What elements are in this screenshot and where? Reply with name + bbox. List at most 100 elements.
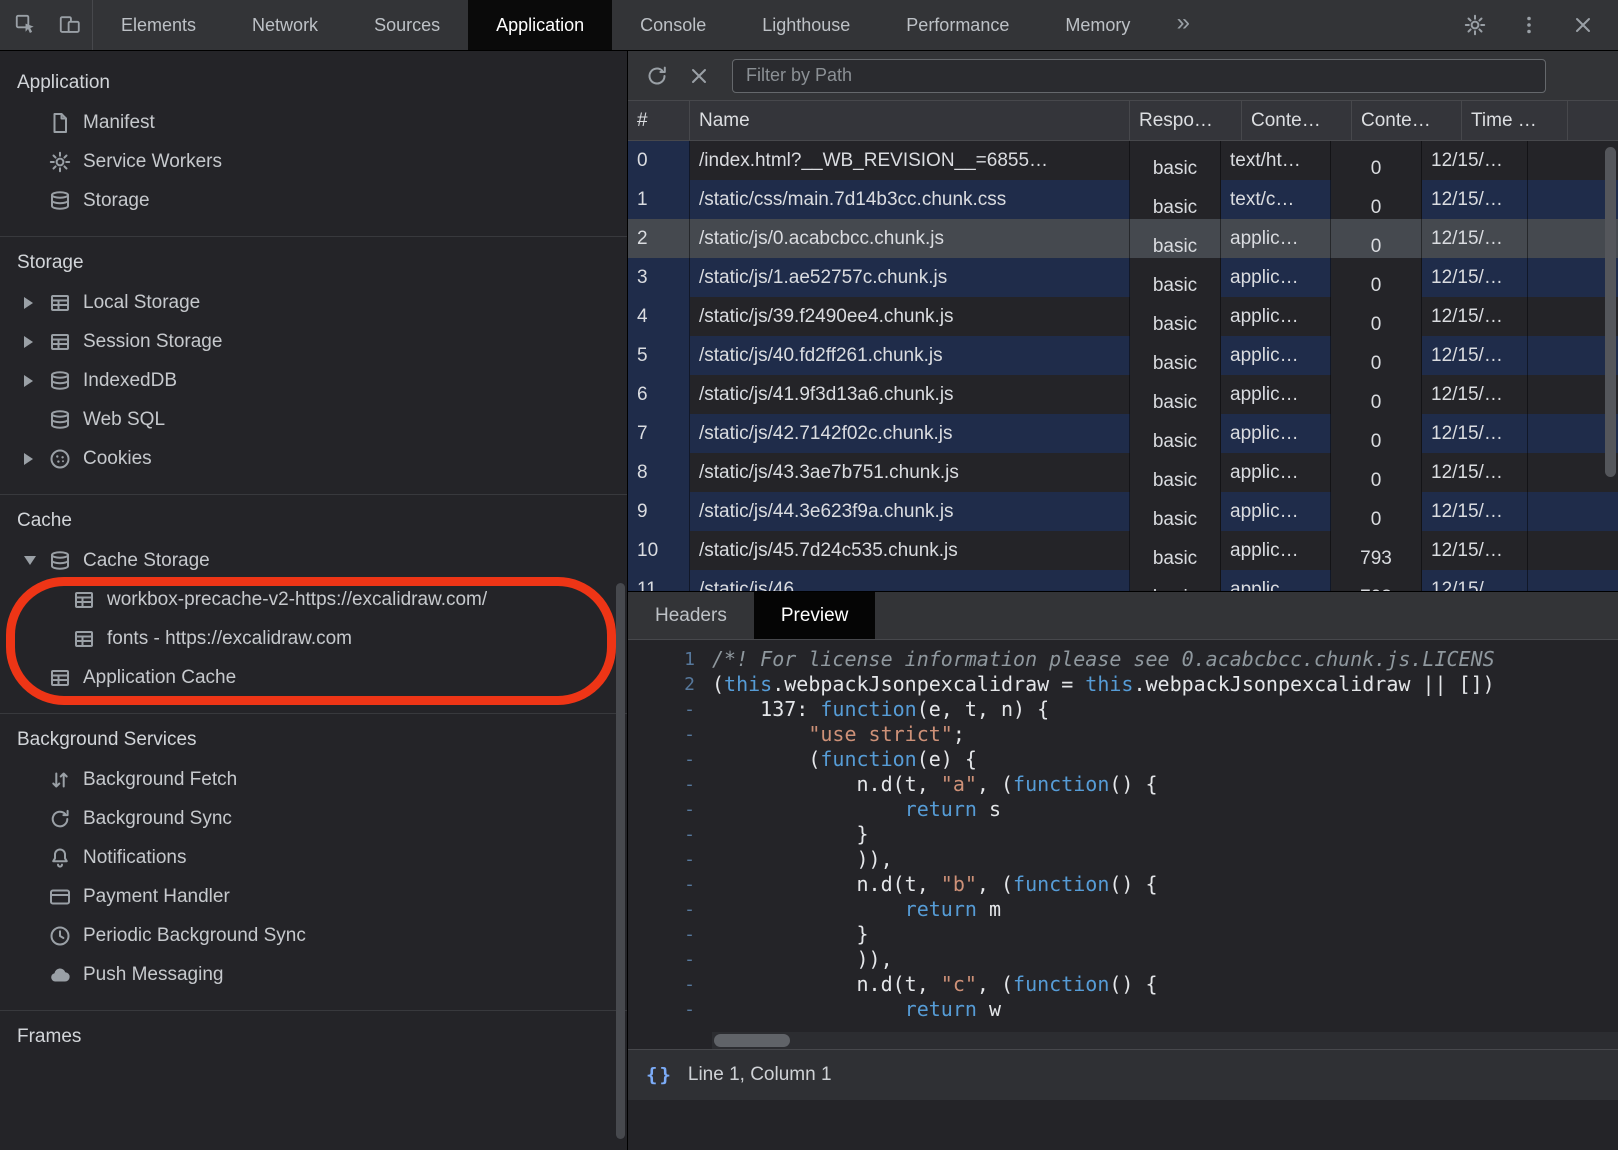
scrollbar-thumb[interactable]: [714, 1034, 790, 1047]
table-row[interactable]: 1/static/css/main.7d14b3cc.chunk.cssbasi…: [628, 180, 1618, 219]
chevron-down-icon[interactable]: [24, 556, 48, 565]
application-sidebar: ApplicationManifestService WorkersStorag…: [0, 51, 628, 1150]
code-text: }: [712, 922, 869, 947]
cache-storage-panel: #NameRespo…Conte…Conte…Time … 0/index.ht…: [628, 51, 1618, 1150]
table-vertical-scrollbar[interactable]: [1605, 143, 1616, 589]
preview-tab-preview[interactable]: Preview: [754, 592, 876, 639]
table-row[interactable]: 8/static/js/43.3ae7b751.chunk.jsbasicapp…: [628, 453, 1618, 492]
cache-entries-table: #NameRespo…Conte…Conte…Time … 0/index.ht…: [628, 101, 1618, 591]
column-header-time[interactable]: Time …: [1462, 101, 1568, 140]
tab-elements[interactable]: Elements: [93, 0, 224, 50]
sidebar-item-payment-handler[interactable]: Payment Handler: [0, 877, 627, 916]
sidebar-item-notifications[interactable]: Notifications: [0, 838, 627, 877]
tab-lighthouse[interactable]: Lighthouse: [734, 0, 878, 50]
table-cell: basic: [1130, 570, 1221, 591]
chevron-right-icon[interactable]: [24, 336, 48, 348]
inspect-element-icon[interactable]: [4, 13, 48, 37]
table-cell: applic…: [1221, 492, 1331, 531]
table-cell: 0: [1331, 297, 1422, 336]
sidebar-item-background-fetch[interactable]: Background Fetch: [0, 760, 627, 799]
table-row[interactable]: 9/static/js/44.3e623f9a.chunk.jsbasicapp…: [628, 492, 1618, 531]
clock-icon: [48, 924, 72, 948]
table-cell: 12/15/…: [1422, 219, 1528, 258]
tab-network[interactable]: Network: [224, 0, 346, 50]
sidebar-item-service-workers[interactable]: Service Workers: [0, 142, 627, 181]
device-toolbar-icon[interactable]: [48, 13, 92, 37]
braces-icon: {}: [646, 1064, 673, 1086]
refresh-icon[interactable]: [636, 55, 678, 97]
tab-memory[interactable]: Memory: [1037, 0, 1158, 50]
code-horizontal-scrollbar[interactable]: [712, 1032, 1618, 1049]
table-cell: applic…: [1221, 375, 1331, 414]
column-header-filler: [1568, 101, 1618, 140]
sidebar-item-background-sync[interactable]: Background Sync: [0, 799, 627, 838]
table-cell: /index.html?__WB_REVISION__=6855…: [690, 141, 1130, 180]
code-text: n.d(t, "a", (function() {: [712, 772, 1158, 797]
column-header-conte[interactable]: Conte…: [1352, 101, 1462, 140]
table-cell: 0: [1331, 336, 1422, 375]
sidebar-item-workbox-precache-v2-https-excalidraw-com[interactable]: workbox-precache-v2-https://excalidraw.c…: [0, 580, 627, 619]
tab-performance[interactable]: Performance: [878, 0, 1037, 50]
table-row[interactable]: 2/static/js/0.acabcbcc.chunk.jsbasicappl…: [628, 219, 1618, 258]
more-panels-chevron-icon[interactable]: »: [1158, 0, 1208, 50]
sidebar-item-session-storage[interactable]: Session Storage: [0, 322, 627, 361]
column-header-conte[interactable]: Conte…: [1242, 101, 1352, 140]
close-devtools-icon[interactable]: [1556, 13, 1610, 37]
column-header-[interactable]: #: [628, 101, 690, 140]
preview-tab-headers[interactable]: Headers: [628, 592, 754, 639]
settings-gear-icon[interactable]: [1448, 13, 1502, 37]
sidebar-item-storage[interactable]: Storage: [0, 181, 627, 220]
sidebar-section-frames: Frames: [0, 1010, 627, 1073]
sidebar-item-label: IndexedDB: [83, 370, 177, 392]
table-cell: 0: [1331, 453, 1422, 492]
chevron-right-icon[interactable]: [24, 453, 48, 465]
section-title: Cache: [0, 501, 627, 541]
table-row[interactable]: 0/index.html?__WB_REVISION__=6855…basict…: [628, 141, 1618, 180]
code-line: - (function(e) {: [628, 747, 1618, 772]
table-row[interactable]: 7/static/js/42.7142f02c.chunk.jsbasicapp…: [628, 414, 1618, 453]
table-row[interactable]: 11/static/js/46…basicapplic…79312/15/…: [628, 570, 1618, 591]
sidebar-item-cookies[interactable]: Cookies: [0, 439, 627, 478]
section-title: Frames: [0, 1017, 627, 1057]
scrollbar-thumb[interactable]: [1605, 147, 1616, 477]
filter-by-path-input[interactable]: [732, 59, 1546, 93]
table-cell: 11: [628, 570, 690, 591]
sidebar-item-local-storage[interactable]: Local Storage: [0, 283, 627, 322]
table-row[interactable]: 5/static/js/40.fd2ff261.chunk.jsbasicapp…: [628, 336, 1618, 375]
table-cell: 1: [628, 180, 690, 219]
sidebar-item-manifest[interactable]: Manifest: [0, 103, 627, 142]
sidebar-item-fonts-https-excalidraw-com[interactable]: fonts - https://excalidraw.com: [0, 619, 627, 658]
table-icon: [48, 666, 72, 690]
table-cell: basic: [1130, 453, 1221, 492]
column-header-respo[interactable]: Respo…: [1130, 101, 1242, 140]
chevron-right-icon[interactable]: [24, 375, 48, 387]
table-row[interactable]: 10/static/js/45.7d24c535.chunk.jsbasicap…: [628, 531, 1618, 570]
table-row[interactable]: 3/static/js/1.ae52757c.chunk.jsbasicappl…: [628, 258, 1618, 297]
sidebar-item-application-cache[interactable]: Application Cache: [0, 658, 627, 697]
column-header-name[interactable]: Name: [690, 101, 1130, 140]
table-cell: basic: [1130, 375, 1221, 414]
sidebar-item-label: Payment Handler: [83, 886, 230, 908]
tab-sources[interactable]: Sources: [346, 0, 468, 50]
sidebar-item-indexeddb[interactable]: IndexedDB: [0, 361, 627, 400]
sidebar-scrollbar[interactable]: [616, 583, 625, 1139]
table-row[interactable]: 4/static/js/39.f2490ee4.chunk.jsbasicapp…: [628, 297, 1618, 336]
sidebar-item-push-messaging[interactable]: Push Messaging: [0, 955, 627, 994]
table-cell: applic…: [1221, 414, 1331, 453]
sidebar-item-periodic-background-sync[interactable]: Periodic Background Sync: [0, 916, 627, 955]
table-cell: 9: [628, 492, 690, 531]
sidebar-item-label: Storage: [83, 190, 150, 212]
table-row[interactable]: 6/static/js/41.9f3d13a6.chunk.jsbasicapp…: [628, 375, 1618, 414]
kebab-menu-icon[interactable]: [1502, 13, 1556, 37]
code-text: return m: [712, 897, 1001, 922]
tab-application[interactable]: Application: [468, 0, 612, 50]
sidebar-item-web-sql[interactable]: Web SQL: [0, 400, 627, 439]
line-number: -: [628, 697, 712, 722]
cursor-position-label: Line 1, Column 1: [688, 1064, 832, 1086]
delete-selected-icon[interactable]: [678, 55, 720, 97]
table-cell: applic…: [1221, 258, 1331, 297]
sidebar-item-cache-storage[interactable]: Cache Storage: [0, 541, 627, 580]
bell-icon: [48, 846, 72, 870]
tab-console[interactable]: Console: [612, 0, 734, 50]
chevron-right-icon[interactable]: [24, 297, 48, 309]
